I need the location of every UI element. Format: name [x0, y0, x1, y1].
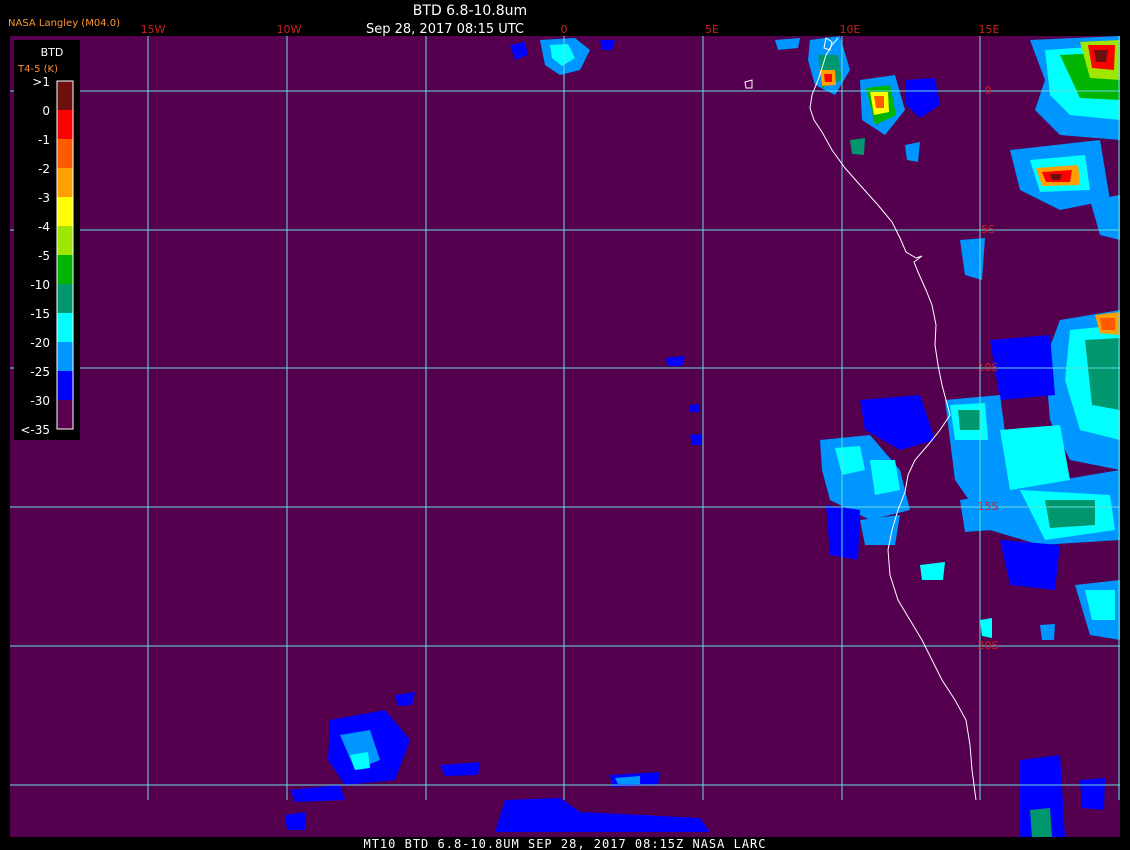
legend-tick-label: -1: [38, 133, 50, 147]
latitude-label: 10S: [978, 361, 999, 374]
legend-swatch: [57, 226, 73, 255]
satellite-map: 15W 10W 0 5E 10E 15E 0 5S 10S 15S 20S BTD 6.8-10.…: [0, 0, 1130, 850]
legend-swatch: [57, 81, 73, 110]
longitude-label: 15E: [979, 23, 1000, 36]
latitude-label: 5S: [981, 223, 995, 236]
legend-tick-label: >1: [32, 75, 50, 89]
image-timestamp: Sep 28, 2017 08:15 UTC: [366, 22, 524, 37]
legend-tick-label: -20: [30, 336, 50, 350]
longitude-label: 5E: [705, 23, 719, 36]
legend-tick-label: -4: [38, 220, 50, 234]
legend-title: BTD: [41, 46, 64, 59]
product-title: BTD 6.8-10.8um: [413, 3, 527, 19]
legend-swatches: [56, 80, 74, 430]
legend-swatch: [57, 313, 73, 342]
legend-tick-label: 0: [42, 104, 50, 118]
longitude-label: 0: [561, 23, 568, 36]
legend-tick-label: -30: [30, 394, 50, 408]
legend-swatch: [57, 400, 73, 429]
credit-label: NASA Langley (M04.0): [8, 18, 120, 29]
legend-swatch: [57, 255, 73, 284]
legend-tick-label: <-35: [20, 423, 50, 437]
legend-swatch: [57, 284, 73, 313]
legend-tick-label: -5: [38, 249, 50, 263]
footer-caption: MT10 BTD 6.8-10.8UM SEP 28, 2017 08:15Z …: [363, 837, 766, 850]
legend-tick-label: -3: [38, 191, 50, 205]
legend-swatch: [57, 168, 73, 197]
legend-swatch: [57, 371, 73, 400]
latitude-label: 15S: [978, 500, 999, 513]
latitude-label: 20S: [978, 639, 999, 652]
color-legend: BTD T4-5 (K) >1 0 -1 -2 -3 -4 -5 -10 -15 -20 -25 -3…: [14, 40, 80, 440]
legend-tick-label: -25: [30, 365, 50, 379]
legend-tick-label: -2: [38, 162, 50, 176]
legend-tick-label: -10: [30, 278, 50, 292]
legend-swatch: [57, 342, 73, 371]
legend-subtitle: T4-5 (K): [17, 64, 58, 75]
legend-swatch: [57, 197, 73, 226]
longitude-label: 10E: [840, 23, 861, 36]
latitude-label: 0: [985, 84, 992, 97]
legend-swatch: [57, 110, 73, 139]
longitude-label: 10W: [277, 23, 302, 36]
longitude-label: 15W: [141, 23, 166, 36]
legend-swatch: [57, 139, 73, 168]
legend-tick-label: -15: [30, 307, 50, 321]
